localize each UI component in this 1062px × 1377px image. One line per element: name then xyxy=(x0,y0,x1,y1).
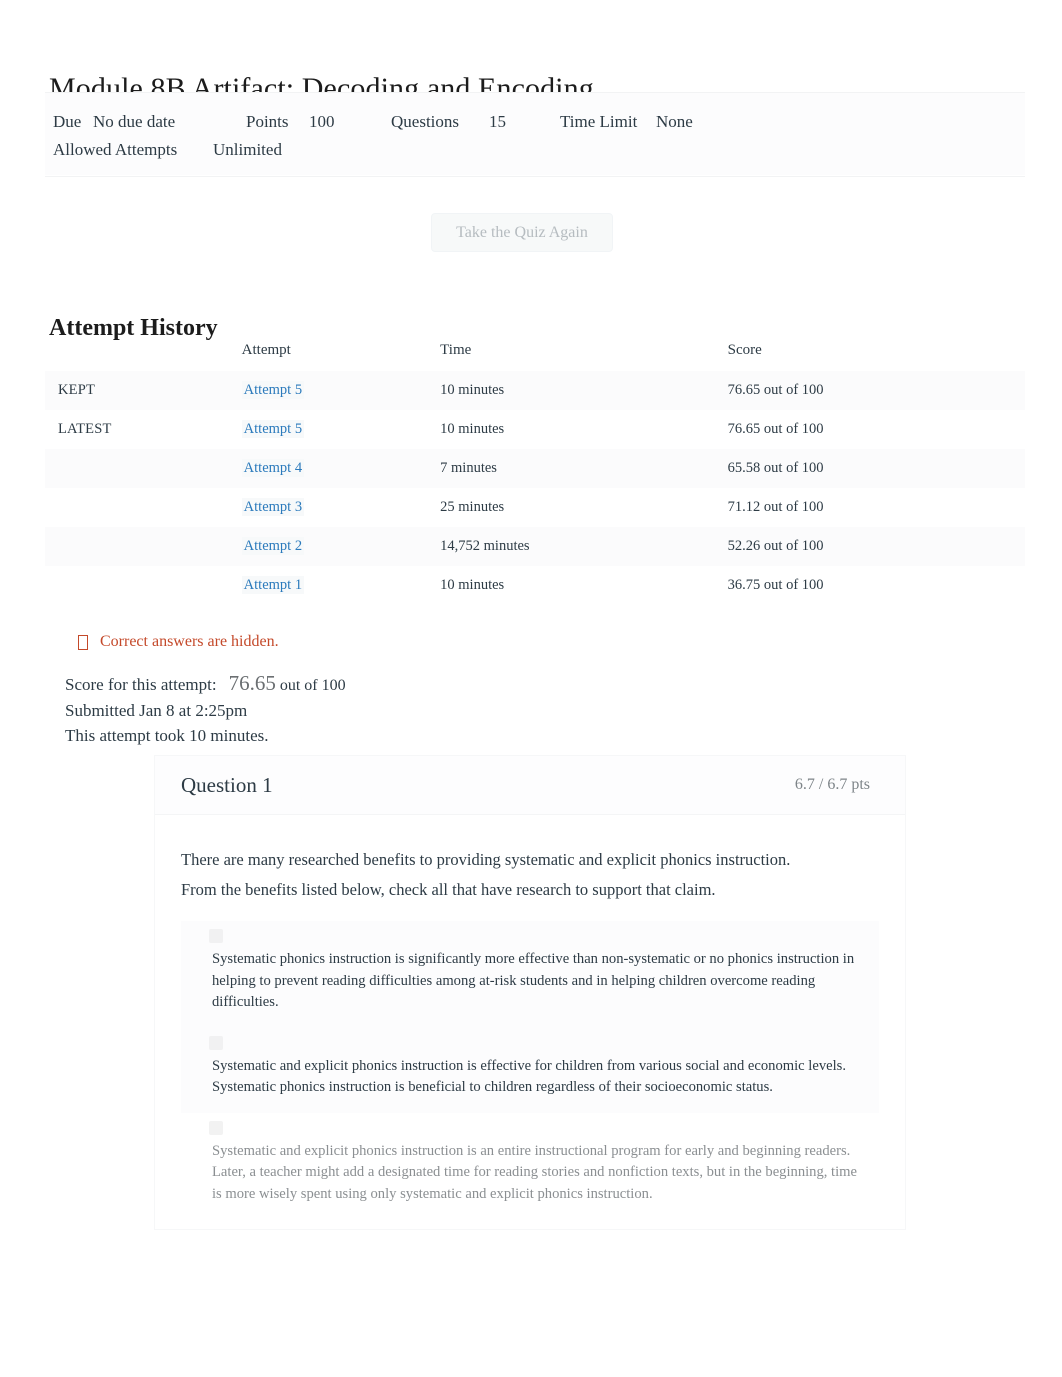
table-row: Attempt 4 7 minutes 65.58 out of 100 xyxy=(45,449,1025,488)
hidden-answers-text: Correct answers are hidden. xyxy=(100,633,279,650)
eye-slash-icon xyxy=(78,634,88,650)
attempt-link[interactable]: Attempt 4 xyxy=(241,459,305,477)
attempt-summary: Score for this attempt: 76.65 out of 100 S… xyxy=(65,671,346,748)
answer-option[interactable]: Systematic and explicit phonics instruct… xyxy=(181,1113,879,1220)
answer-text: Systematic and explicit phonics instruct… xyxy=(212,1142,857,1202)
attempt-score: 65.58 out of 100 xyxy=(727,449,1025,488)
header-divider-top xyxy=(45,92,1025,93)
attempt-time: 25 minutes xyxy=(440,499,505,515)
time-limit-value: None xyxy=(656,112,693,131)
attempt-score: 76.65 out of 100 xyxy=(727,421,824,437)
answer-option[interactable]: Systematic phonics instruction is signif… xyxy=(181,921,879,1028)
attempt-history-table: Attempt Time Score KEPT Attempt 5 10 min… xyxy=(45,336,1025,605)
attempt-flag: LATEST xyxy=(58,421,112,437)
quiz-results-page: Module 8B Artifact: Decoding and Encodin… xyxy=(0,0,1062,1377)
points-label: Points xyxy=(246,112,289,131)
header-divider-bottom xyxy=(45,176,1025,177)
time-limit-label: Time Limit xyxy=(560,112,638,131)
questions-label: Questions xyxy=(391,112,459,131)
table-row: Attempt 3 25 minutes 71.12 out of 100 xyxy=(45,488,1025,527)
quiz-details-strip xyxy=(45,92,1025,175)
question-card: Question 1 6.7 / 6.7 pts There are many … xyxy=(154,755,906,1230)
due-label: Due xyxy=(53,112,82,131)
table-row: KEPT Attempt 5 10 minutes 76.65 out of 1… xyxy=(45,371,1025,410)
column-header-score: Score xyxy=(727,342,762,358)
answer-text: Systematic phonics instruction is signif… xyxy=(212,951,855,1010)
table-row: Attempt 2 14,752 minutes 52.26 out of 10… xyxy=(45,527,1025,566)
duration-line: This attempt took 10 minutes. xyxy=(65,726,269,745)
attempt-flag: KEPT xyxy=(58,382,96,398)
score-value: 76.65 xyxy=(228,671,276,695)
attempt-score: 36.75 out of 100 xyxy=(727,577,824,593)
due-value: No due date xyxy=(93,112,176,131)
score-out-of: out of 100 xyxy=(279,677,346,694)
table-row: Attempt 1 10 minutes 36.75 out of 100 xyxy=(45,566,1025,605)
attempt-link[interactable]: Attempt 2 xyxy=(241,537,305,555)
attempt-link[interactable]: Attempt 5 xyxy=(241,381,305,399)
hidden-answers-notice: Correct answers are hidden. xyxy=(78,633,279,651)
question-text-line-1: There are many researched benefits to pr… xyxy=(181,850,791,869)
column-header-attempt: Attempt xyxy=(241,342,291,358)
attempt-link[interactable]: Attempt 3 xyxy=(241,498,305,516)
allowed-attempts-label: Allowed Attempts xyxy=(53,140,178,159)
attempt-time: 10 minutes xyxy=(440,577,505,593)
checkbox-icon[interactable] xyxy=(209,1035,223,1050)
answer-list: Systematic phonics instruction is signif… xyxy=(181,921,879,1219)
question-body: There are many researched benefits to pr… xyxy=(155,815,905,1229)
answer-text: Systematic and explicit phonics instruct… xyxy=(212,1057,846,1096)
points-value: 100 xyxy=(309,112,335,131)
score-label: Score for this attempt: xyxy=(65,675,217,694)
score-for-attempt-line: Score for this attempt: 76.65 out of 100 xyxy=(65,671,346,698)
attempt-time: 10 minutes xyxy=(440,421,505,437)
attempt-link[interactable]: Attempt 1 xyxy=(241,576,305,594)
attempt-score: 76.65 out of 100 xyxy=(727,371,1025,410)
answer-option[interactable]: Systematic and explicit phonics instruct… xyxy=(181,1027,879,1113)
attempt-score: 52.26 out of 100 xyxy=(727,527,1025,566)
submitted-line: Submitted Jan 8 at 2:25pm xyxy=(65,701,248,720)
checkbox-icon[interactable] xyxy=(209,929,223,943)
attempt-time: 10 minutes xyxy=(440,371,728,410)
column-header-time: Time xyxy=(440,342,472,358)
questions-value: 15 xyxy=(489,112,506,131)
question-name: Question 1 xyxy=(181,773,273,797)
attempt-time: 7 minutes xyxy=(440,449,728,488)
attempt-time: 14,752 minutes xyxy=(440,527,728,566)
checkbox-icon[interactable] xyxy=(209,1120,223,1135)
take-quiz-again-button[interactable]: Take the Quiz Again xyxy=(431,213,613,252)
table-header-row: Attempt Time Score xyxy=(45,336,1025,371)
table-row: LATEST Attempt 5 10 minutes 76.65 out of… xyxy=(45,410,1025,449)
allowed-attempts-value: Unlimited xyxy=(213,140,282,159)
attempt-link[interactable]: Attempt 5 xyxy=(241,420,305,438)
attempt-score: 71.12 out of 100 xyxy=(727,499,824,515)
column-header-flag xyxy=(45,336,242,371)
question-points: 6.7 / 6.7 pts xyxy=(794,776,870,793)
question-text-line-2: From the benefits listed below, check al… xyxy=(181,880,716,899)
question-header: Question 1 6.7 / 6.7 pts xyxy=(155,756,905,815)
